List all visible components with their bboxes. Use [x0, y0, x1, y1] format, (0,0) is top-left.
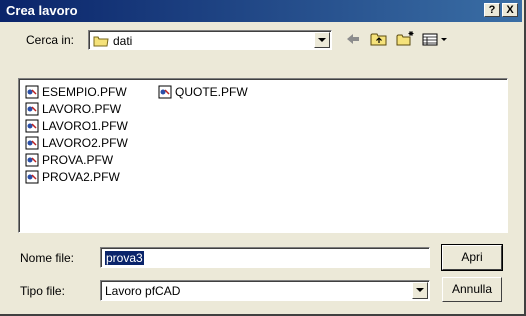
file-icon: [25, 102, 39, 115]
file-icon: [25, 170, 39, 183]
file-icon: [25, 153, 39, 166]
list-item[interactable]: LAVORO1.PFW: [25, 117, 128, 134]
dropdown-arrow-icon: [416, 288, 424, 292]
filetype-combo[interactable]: Lavoro pfCAD: [100, 280, 430, 301]
file-name: PROVA2.PFW: [42, 169, 120, 184]
file-icon: [25, 119, 39, 132]
back-arrow-icon[interactable]: [342, 28, 364, 50]
file-name: QUOTE.PFW: [175, 84, 248, 99]
filename-input[interactable]: prova3: [100, 247, 430, 268]
new-folder-icon[interactable]: [394, 28, 416, 50]
filename-value: prova3: [105, 251, 144, 265]
filetype-value: Lavoro pfCAD: [105, 284, 181, 298]
list-item[interactable]: ESEMPIO.PFW: [25, 83, 127, 100]
list-item[interactable]: LAVORO2.PFW: [25, 134, 128, 151]
file-icon: [25, 85, 39, 98]
file-name: LAVORO.PFW: [42, 101, 122, 116]
view-menu-icon[interactable]: [420, 28, 450, 50]
file-name: ESEMPIO.PFW: [42, 84, 127, 99]
list-item[interactable]: LAVORO.PFW: [25, 100, 121, 117]
lookin-row: Cerca in: dati: [0, 22, 522, 66]
lookin-label: Cerca in:: [26, 33, 75, 47]
lookin-value: dati: [113, 34, 133, 48]
filename-label: Nome file:: [20, 251, 75, 265]
filetype-label: Tipo file:: [20, 284, 65, 298]
file-name: LAVORO1.PFW: [42, 118, 128, 133]
folder-icon: [93, 36, 109, 47]
crea-lavoro-dialog: Crea lavoro ? X Cerca in: dati ESEMPIO.P…: [0, 0, 526, 316]
open-button[interactable]: Apri: [441, 244, 503, 271]
title-bar: Crea lavoro ? X: [0, 0, 522, 22]
list-item[interactable]: PROVA2.PFW: [25, 168, 120, 185]
filetype-dropdown-button[interactable]: [412, 282, 428, 299]
dropdown-arrow-icon: [318, 38, 326, 42]
file-name: LAVORO2.PFW: [42, 135, 128, 150]
file-name: PROVA.PFW: [42, 152, 114, 167]
file-icon: [25, 136, 39, 149]
list-item[interactable]: QUOTE.PFW: [158, 83, 248, 100]
up-folder-icon[interactable]: [368, 28, 390, 50]
help-button[interactable]: ?: [484, 3, 500, 17]
close-button[interactable]: X: [502, 3, 518, 17]
window-title: Crea lavoro: [6, 3, 78, 18]
lookin-combo[interactable]: dati: [88, 30, 332, 50]
lookin-dropdown-button[interactable]: [314, 32, 330, 48]
file-icon: [158, 85, 172, 98]
cancel-button[interactable]: Annulla: [442, 277, 502, 302]
list-item[interactable]: PROVA.PFW: [25, 151, 113, 168]
file-list[interactable]: ESEMPIO.PFW LAVORO.PFW LAVORO1.PFW LAVOR…: [18, 78, 508, 233]
